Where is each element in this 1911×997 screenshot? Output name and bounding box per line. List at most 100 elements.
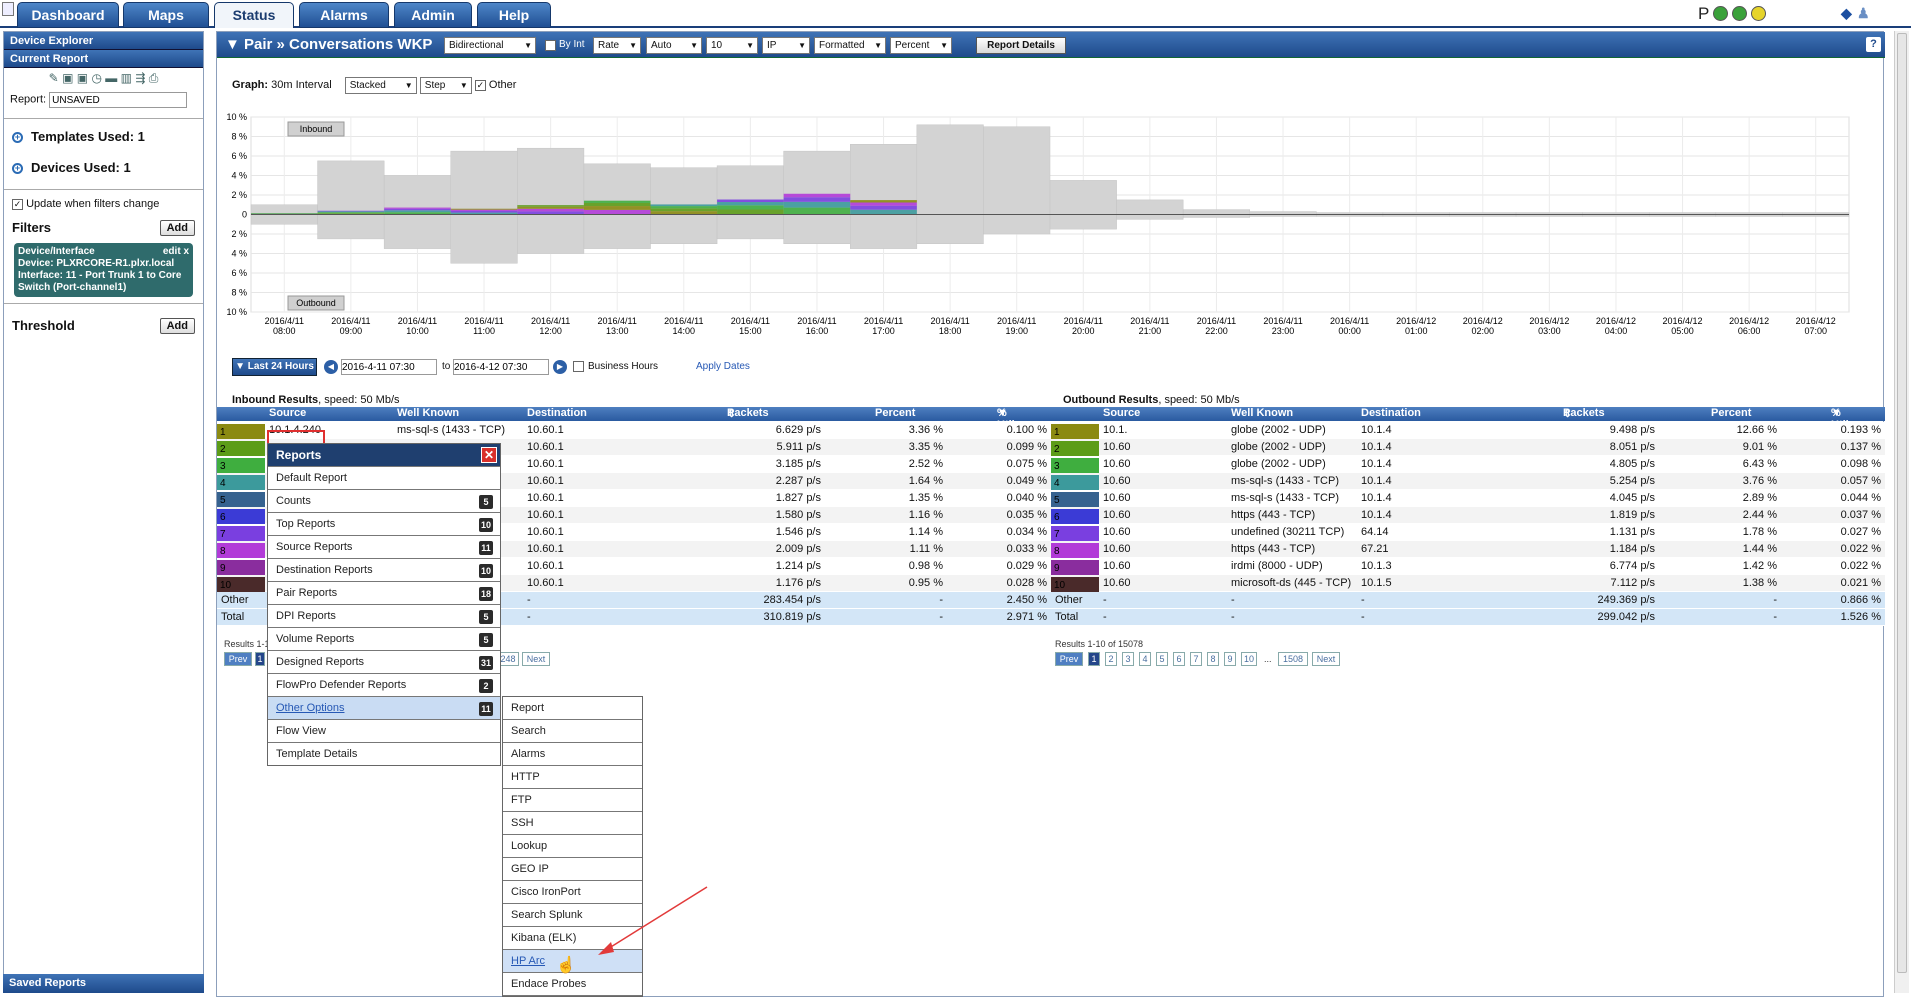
cell-destination[interactable]: 10.60.1 bbox=[527, 577, 564, 589]
reports-menu-item[interactable]: Volume Reports 5 bbox=[268, 627, 500, 650]
cell-destination[interactable]: 10.60.1 bbox=[527, 424, 564, 436]
other-checkbox[interactable]: ✓ bbox=[474, 79, 486, 91]
tab-alarms[interactable]: Alarms bbox=[299, 2, 389, 28]
scrollbar-thumb[interactable] bbox=[1897, 33, 1907, 973]
user-icon[interactable]: ♟ bbox=[1857, 5, 1871, 21]
col-packets[interactable]: Packets ⇕ bbox=[1563, 407, 1605, 420]
templates-used[interactable]: + Templates Used: 1 bbox=[4, 119, 203, 148]
outbound-page-5[interactable]: 5 bbox=[1156, 652, 1168, 666]
cell-destination[interactable]: 10.60.1 bbox=[527, 441, 564, 453]
reports-menu-item[interactable]: FlowPro Defender Reports 2 bbox=[268, 673, 500, 696]
cell-destination[interactable]: 10.1.4 bbox=[1361, 424, 1392, 436]
outbound-page-2[interactable]: 2 bbox=[1105, 652, 1117, 666]
stacked-select[interactable]: Stacked bbox=[344, 77, 417, 94]
col-util[interactable]: % Util. ▼ bbox=[997, 407, 1018, 431]
wrench-icon[interactable]: ✎ bbox=[49, 71, 59, 85]
col-percent[interactable]: Percent bbox=[875, 407, 915, 419]
diamond-info-icon[interactable]: ◆ bbox=[1841, 5, 1855, 21]
cell-destination[interactable]: 10.60.1 bbox=[527, 543, 564, 555]
ip-select[interactable]: IP bbox=[762, 37, 810, 54]
cell-well-known[interactable]: ms-sql-s (1433 - TCP) bbox=[1231, 475, 1339, 487]
outbound-page-7[interactable]: 7 bbox=[1190, 652, 1202, 666]
count-select[interactable]: 10 bbox=[706, 37, 758, 54]
submenu-item[interactable]: Kibana (ELK) bbox=[503, 927, 642, 950]
cell-well-known[interactable]: undefined (30211 TCP) bbox=[1231, 526, 1344, 538]
filter-device-interface[interactable]: Device/Interface edit x Device: PLXRCORE-… bbox=[14, 243, 193, 297]
submenu-item[interactable]: Search Splunk bbox=[503, 904, 642, 927]
unit-select[interactable]: Percent bbox=[890, 37, 952, 54]
cell-well-known[interactable]: globe (2002 - UDP) bbox=[1231, 458, 1326, 470]
cell-destination[interactable]: 10.1.4 bbox=[1361, 509, 1392, 521]
col-percent[interactable]: Percent bbox=[1711, 407, 1751, 419]
save-icon[interactable]: ▣ bbox=[62, 71, 73, 85]
submenu-item[interactable]: Report bbox=[503, 697, 642, 720]
cell-well-known[interactable]: https (443 - TCP) bbox=[1231, 509, 1315, 521]
direction-select[interactable]: Bidirectional bbox=[444, 37, 536, 54]
step-select[interactable]: Step bbox=[419, 77, 472, 94]
cell-well-known[interactable]: globe (2002 - UDP) bbox=[1231, 441, 1326, 453]
outbound-page-8[interactable]: 8 bbox=[1207, 652, 1219, 666]
tab-dashboard[interactable]: Dashboard bbox=[17, 2, 119, 28]
table-row[interactable]: 8 10.60 https (443 - TCP) 67.21 1.184 p/s 1.4… bbox=[1051, 541, 1885, 559]
cell-destination[interactable]: 10.1.4 bbox=[1361, 458, 1392, 470]
inbound-page-current[interactable]: 1 bbox=[255, 652, 265, 666]
cell-source[interactable]: 10.1. bbox=[1103, 424, 1127, 436]
table-row[interactable]: 3 10.60 globe (2002 - UDP) 10.1.4 4.805 p/s 6… bbox=[1051, 456, 1885, 474]
minus-icon[interactable]: ▬ bbox=[105, 71, 117, 85]
submenu-item[interactable]: Alarms bbox=[503, 743, 642, 766]
table-row[interactable]: 6 10.60 https (443 - TCP) 10.1.4 1.819 p/s 2.… bbox=[1051, 507, 1885, 525]
cell-destination[interactable]: 64.14 bbox=[1361, 526, 1389, 538]
save-as-icon[interactable]: ▣ bbox=[77, 71, 88, 85]
cell-source[interactable]: 10.60 bbox=[1103, 560, 1131, 572]
cell-source[interactable]: 10.60 bbox=[1103, 577, 1131, 589]
table-row[interactable]: 1 10.1. globe (2002 - UDP) 10.1.4 9.498 p/s 1… bbox=[1051, 422, 1885, 440]
cell-destination[interactable]: 10.60.1 bbox=[527, 560, 564, 572]
filter-remove-link[interactable]: x bbox=[183, 246, 189, 257]
status-ok-icon[interactable] bbox=[1732, 6, 1747, 21]
table-row[interactable]: 7 10.60 undefined (30211 TCP) 64.14 1.131 p/… bbox=[1051, 524, 1885, 542]
col-well-known[interactable]: Well Known bbox=[1231, 407, 1293, 419]
tab-maps[interactable]: Maps bbox=[123, 2, 209, 28]
cell-source[interactable]: 10.60 bbox=[1103, 526, 1131, 538]
clock-icon[interactable]: ◷ bbox=[91, 71, 101, 85]
status-ok-icon[interactable] bbox=[1713, 6, 1728, 21]
col-destination[interactable]: Destination bbox=[1361, 407, 1421, 419]
help-icon[interactable]: ? bbox=[1866, 37, 1881, 52]
cell-source[interactable]: 10.60 bbox=[1103, 492, 1131, 504]
submenu-item[interactable]: SSH bbox=[503, 812, 642, 835]
cell-well-known[interactable]: ms-sql-s (1433 - TCP) bbox=[397, 424, 505, 436]
col-packets[interactable]: Packets ⇕ bbox=[727, 407, 769, 420]
update-filters-checkbox[interactable]: ✓ bbox=[12, 198, 23, 210]
cell-destination[interactable]: 10.1.4 bbox=[1361, 441, 1392, 453]
col-util[interactable]: % Util. ▼ bbox=[1831, 407, 1852, 431]
add-threshold-button[interactable]: Add bbox=[159, 318, 195, 334]
reports-menu-item[interactable]: Default Report bbox=[268, 466, 500, 489]
apply-dates-link[interactable]: Apply Dates bbox=[696, 361, 750, 372]
table-row[interactable]: 5 10.60 ms-sql-s (1433 - TCP) 10.1.4 4.045 p… bbox=[1051, 490, 1885, 508]
reports-menu-item[interactable]: Source Reports 11 bbox=[268, 535, 500, 558]
cell-well-known[interactable]: irdmi (8000 - UDP) bbox=[1231, 560, 1323, 572]
tab-status[interactable]: Status bbox=[214, 2, 294, 28]
trash-icon[interactable]: ▥ bbox=[121, 71, 132, 85]
outbound-page-last[interactable]: 1508 bbox=[1278, 652, 1308, 666]
filter-edit-link[interactable]: edit x bbox=[163, 246, 189, 258]
expand-icon[interactable]: + bbox=[12, 163, 23, 175]
table-row[interactable]: 4 10.60 ms-sql-s (1433 - TCP) 10.1.4 5.254 p… bbox=[1051, 473, 1885, 491]
cell-well-known[interactable]: ms-sql-s (1433 - TCP) bbox=[1231, 492, 1339, 504]
table-row[interactable]: 2 10.60 globe (2002 - UDP) 10.1.4 8.051 p/s 9… bbox=[1051, 439, 1885, 457]
cell-source[interactable]: 10.60 bbox=[1103, 458, 1131, 470]
reports-menu-item[interactable]: DPI Reports 5 bbox=[268, 604, 500, 627]
cell-destination[interactable]: 10.1.5 bbox=[1361, 577, 1392, 589]
page-scrollbar[interactable] bbox=[1894, 31, 1909, 993]
outbound-page-9[interactable]: 9 bbox=[1224, 652, 1236, 666]
reports-menu-item[interactable]: Other Options 11 bbox=[268, 696, 500, 719]
cell-destination[interactable]: 10.1.4 bbox=[1361, 492, 1392, 504]
outbound-page-1[interactable]: 1 bbox=[1088, 652, 1100, 666]
submenu-item[interactable]: Lookup bbox=[503, 835, 642, 858]
status-warning-icon[interactable] bbox=[1751, 6, 1766, 21]
cell-destination[interactable]: 10.60.1 bbox=[527, 492, 564, 504]
reports-menu-item[interactable]: Destination Reports 10 bbox=[268, 558, 500, 581]
outbound-next-button[interactable]: Next bbox=[1312, 652, 1340, 666]
cell-well-known[interactable]: globe (2002 - UDP) bbox=[1231, 424, 1326, 436]
devices-used[interactable]: + Devices Used: 1 bbox=[4, 148, 203, 179]
